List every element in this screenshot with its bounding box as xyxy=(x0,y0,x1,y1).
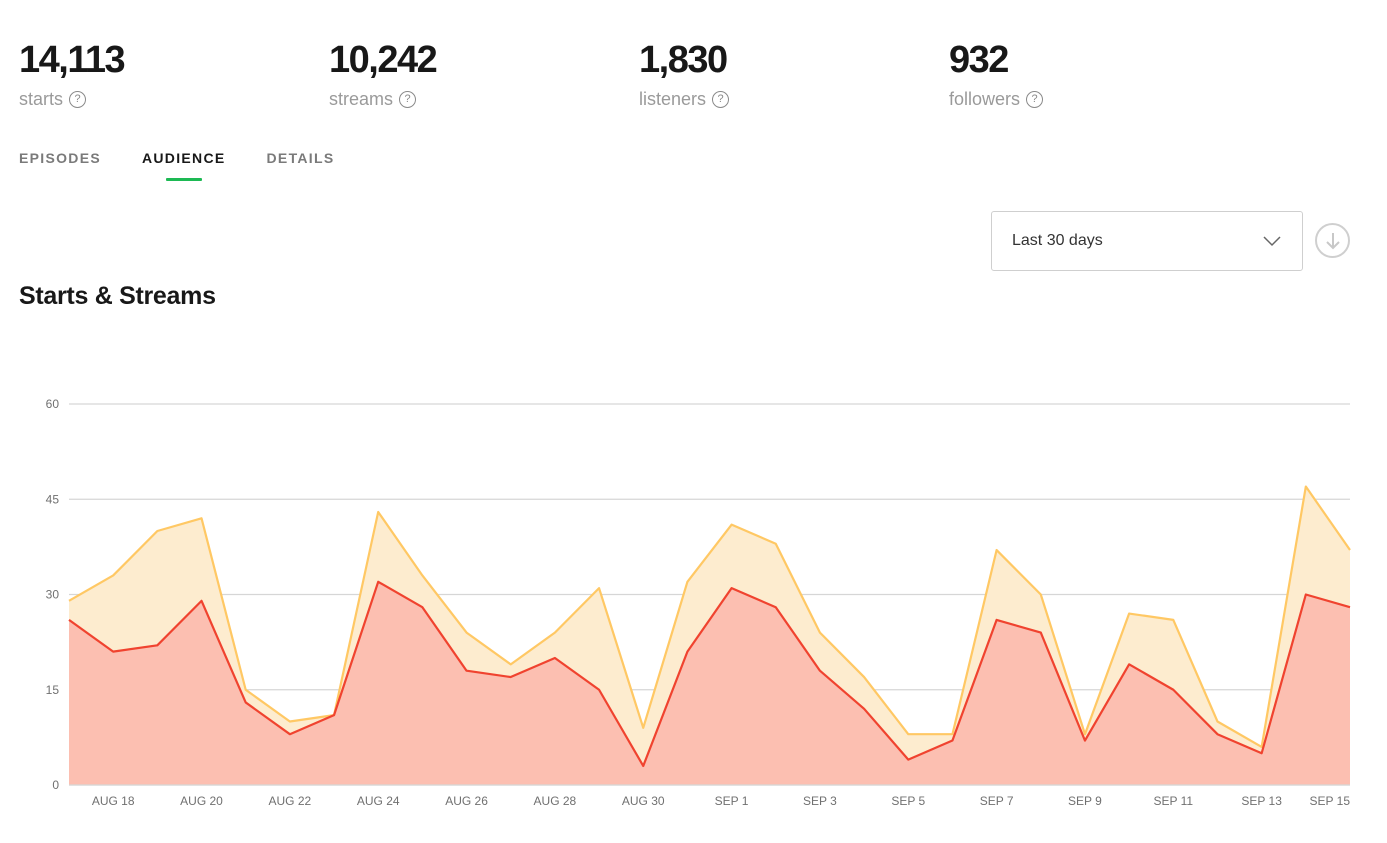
y-tick-label: 30 xyxy=(46,588,60,602)
x-tick-label: SEP 13 xyxy=(1241,794,1282,808)
stats-row: 14,113 starts? 10,242 streams? 1,830 lis… xyxy=(19,38,1359,118)
tab-bar: EPISODES AUDIENCE DETAILS xyxy=(19,150,334,182)
stat-value: 10,242 xyxy=(329,39,438,81)
chart-title: Starts & Streams xyxy=(19,282,216,310)
x-tick-label: AUG 30 xyxy=(622,794,665,808)
x-tick-label: AUG 24 xyxy=(357,794,400,808)
tab-details[interactable]: DETAILS xyxy=(267,150,335,182)
help-icon[interactable]: ? xyxy=(69,90,87,108)
starts-streams-chart: 0 15 30 45 60 AUG 18 AUG 20 AUG 22 AUG 24 AUG 26 A… xyxy=(46,397,1351,808)
stat-starts: 14,113 starts? xyxy=(19,38,126,110)
x-tick-label: SEP 9 xyxy=(1068,794,1102,808)
stat-listeners: 1,830 listeners? xyxy=(639,38,730,110)
stat-label: starts xyxy=(19,89,64,109)
x-tick-label: AUG 28 xyxy=(534,794,577,808)
stat-value: 14,113 xyxy=(19,39,126,81)
y-tick-label: 60 xyxy=(46,397,60,411)
chevron-down-icon xyxy=(1263,236,1281,247)
x-tick-label: SEP 7 xyxy=(980,794,1014,808)
download-button[interactable] xyxy=(1315,223,1350,258)
help-icon[interactable]: ? xyxy=(1026,90,1044,108)
stat-label: listeners xyxy=(639,89,707,109)
x-tick-label: AUG 20 xyxy=(180,794,223,808)
stat-value: 932 xyxy=(949,39,1009,81)
download-icon xyxy=(1325,232,1340,249)
stat-label: streams xyxy=(329,89,394,109)
help-icon[interactable]: ? xyxy=(712,90,730,108)
tab-audience[interactable]: AUDIENCE xyxy=(142,150,226,182)
x-tick-label: SEP 11 xyxy=(1154,794,1194,808)
x-tick-label: SEP 15 xyxy=(1310,794,1351,808)
y-tick-label: 45 xyxy=(46,492,60,506)
stat-value: 1,830 xyxy=(639,39,728,81)
date-range-select[interactable]: Last 30 days xyxy=(991,211,1303,271)
stat-followers: 932 followers? xyxy=(949,38,1044,110)
y-tick-label: 0 xyxy=(52,778,59,792)
y-tick-label: 15 xyxy=(46,683,60,697)
x-tick-label: SEP 5 xyxy=(891,794,925,808)
stat-streams: 10,242 streams? xyxy=(329,38,438,110)
x-tick-label: SEP 1 xyxy=(715,794,749,808)
tab-episodes[interactable]: EPISODES xyxy=(19,150,101,182)
x-tick-label: AUG 26 xyxy=(445,794,488,808)
date-range-value: Last 30 days xyxy=(1012,232,1103,249)
x-tick-label: SEP 3 xyxy=(803,794,837,808)
x-tick-label: AUG 22 xyxy=(269,794,312,808)
help-icon[interactable]: ? xyxy=(399,90,417,108)
x-tick-label: AUG 18 xyxy=(92,794,135,808)
stat-label: followers xyxy=(949,89,1021,109)
